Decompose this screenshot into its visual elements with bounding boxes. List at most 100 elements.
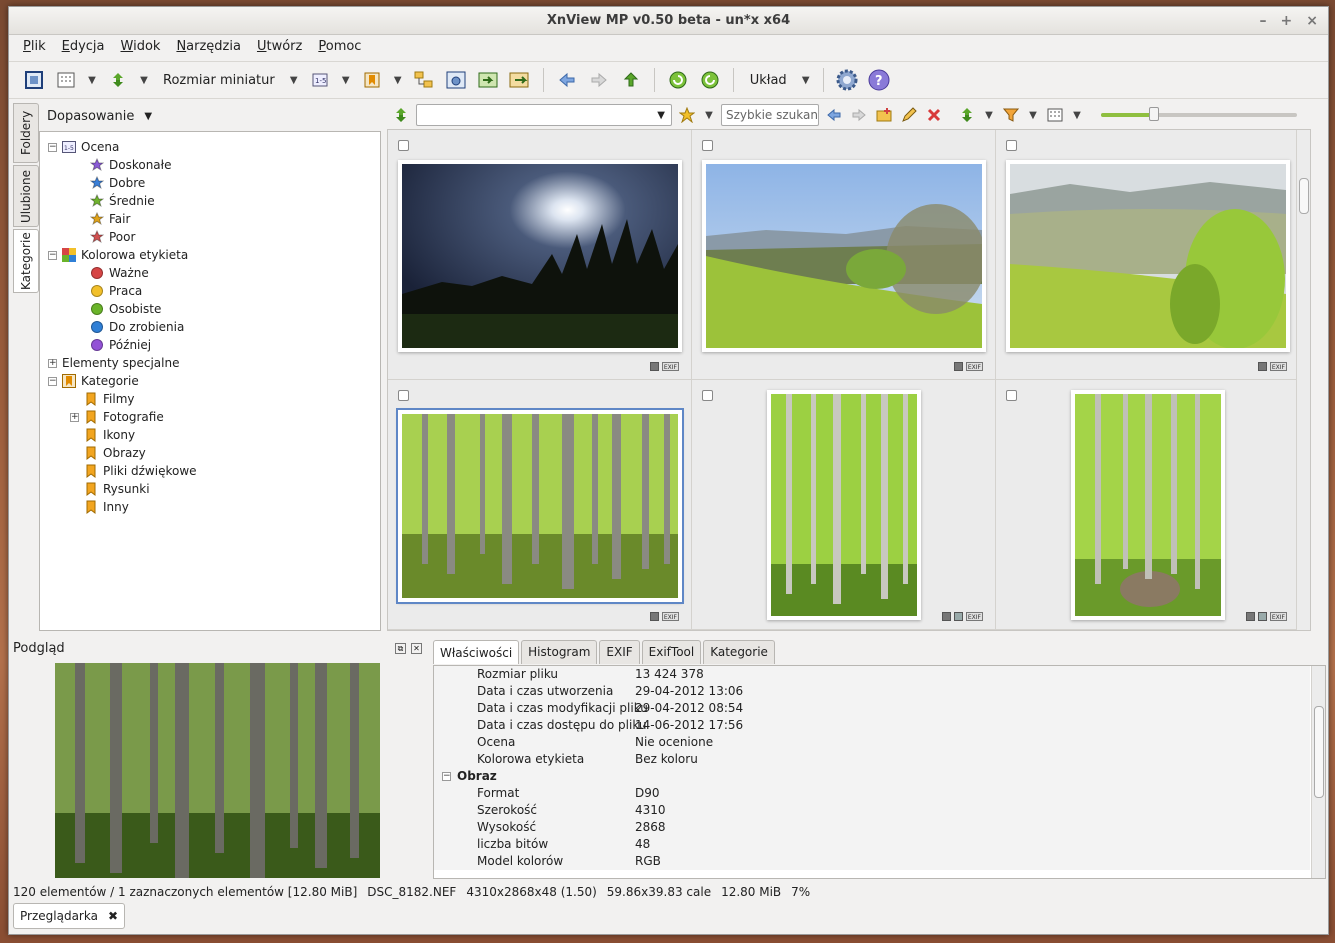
- close-tab-icon[interactable]: ✖: [108, 904, 118, 928]
- up-icon[interactable]: [618, 67, 644, 93]
- category-filter-dropdown-icon[interactable]: ▼: [391, 75, 405, 86]
- minimize-button[interactable]: –: [1260, 7, 1267, 35]
- tab-foldery[interactable]: Foldery: [13, 103, 39, 163]
- collapse-icon[interactable]: −: [442, 772, 451, 781]
- layout-button[interactable]: Układ: [744, 73, 793, 88]
- thumbnail-cell[interactable]: EXIF: [388, 380, 692, 630]
- select-checkbox[interactable]: [1006, 140, 1017, 151]
- quick-search-input[interactable]: Szybkie szukanie: [721, 104, 819, 126]
- thumb-size-button[interactable]: Rozmiar miniatur: [157, 73, 281, 88]
- thumbnail-green-meadow[interactable]: [702, 160, 986, 352]
- tree-item-category[interactable]: Pliki dźwiękowe: [70, 462, 197, 480]
- favorite-dropdown-icon[interactable]: ▼: [702, 110, 716, 121]
- menu-pomoc[interactable]: Pomoc: [310, 35, 369, 59]
- tree-item-rating[interactable]: Fair: [90, 210, 130, 228]
- export-icon[interactable]: [507, 67, 533, 93]
- property-group[interactable]: − Obraz: [434, 768, 1310, 785]
- favorite-star-icon[interactable]: [677, 102, 697, 128]
- settings-gear-icon[interactable]: [834, 67, 860, 93]
- tab-ulubione[interactable]: Ulubione: [13, 165, 39, 227]
- thumbnail-view-icon[interactable]: [1045, 102, 1065, 128]
- select-checkbox[interactable]: [1006, 390, 1017, 401]
- tab-przegladarka[interactable]: Przeglądarka ✖: [13, 903, 126, 929]
- thumbnail-view-dropdown-icon[interactable]: ▼: [1070, 110, 1084, 121]
- tree-item-category[interactable]: + Fotografie: [70, 408, 164, 426]
- slider-handle[interactable]: [1148, 107, 1159, 121]
- property-row[interactable]: Rozmiar pliku 13 424 378: [434, 666, 1310, 683]
- thumbnail-beech-forest[interactable]: [396, 408, 684, 604]
- tree-item-rating[interactable]: Średnie: [90, 192, 155, 210]
- capture-icon[interactable]: [443, 67, 469, 93]
- rating-filter-icon[interactable]: 1-5: [307, 67, 333, 93]
- forward-icon[interactable]: [586, 67, 612, 93]
- thumbnail-cell[interactable]: EXIF: [996, 380, 1300, 630]
- select-checkbox[interactable]: [398, 140, 409, 151]
- menu-edycja[interactable]: Edycja: [54, 35, 113, 59]
- properties-scrollbar[interactable]: [1311, 666, 1325, 878]
- rating-filter-dropdown-icon[interactable]: ▼: [339, 75, 353, 86]
- tree-item-category[interactable]: Filmy: [70, 390, 135, 408]
- tree-node-elementy-specjalne[interactable]: + Elementy specjalne: [48, 354, 179, 372]
- tree-item-category[interactable]: Obrazy: [70, 444, 146, 462]
- property-row[interactable]: Data i czas dostępu do pliku 14-06-2012 1…: [434, 717, 1310, 734]
- thumbnail-night-sun[interactable]: [398, 160, 682, 352]
- property-row[interactable]: Data i czas utworzenia 29-04-2012 13:06: [434, 683, 1310, 700]
- path-dropdown-icon[interactable]: ▼: [657, 110, 665, 121]
- thumb-size-dropdown-icon[interactable]: ▼: [287, 75, 301, 86]
- folder-tree-icon[interactable]: [411, 67, 437, 93]
- property-row[interactable]: Format D90: [434, 785, 1310, 802]
- float-panel-icon[interactable]: ⧉: [395, 643, 406, 654]
- thumb-zoom-slider[interactable]: [1101, 107, 1297, 121]
- tree-item-category[interactable]: Ikony: [70, 426, 135, 444]
- rotate-left-icon[interactable]: [665, 67, 691, 93]
- thumbnail-cell[interactable]: EXIF: [996, 130, 1300, 380]
- filter-funnel-icon[interactable]: [1001, 102, 1021, 128]
- filter-match-dropdown-icon[interactable]: ▼: [144, 111, 152, 122]
- select-checkbox[interactable]: [702, 390, 713, 401]
- property-row[interactable]: Data i czas modyfikacji pliku 29-04-2012 …: [434, 700, 1310, 717]
- thumbnail-cell[interactable]: EXIF: [692, 380, 996, 630]
- tab-wlasciwosci[interactable]: Właściwości: [433, 640, 520, 664]
- view-mode-dropdown-icon[interactable]: ▼: [85, 75, 99, 86]
- sort-dropdown-icon[interactable]: ▼: [982, 110, 996, 121]
- thumbnail-forest-vertical-2[interactable]: [1071, 390, 1225, 620]
- layout-dropdown-icon[interactable]: ▼: [799, 75, 813, 86]
- select-checkbox[interactable]: [702, 140, 713, 151]
- property-row[interactable]: Kolorowa etykieta Bez koloru: [434, 751, 1310, 768]
- tab-histogram[interactable]: Histogram: [521, 640, 598, 664]
- property-row[interactable]: Szerokość 4310: [434, 802, 1310, 819]
- collapse-icon[interactable]: −: [48, 142, 57, 152]
- menu-narzedzia[interactable]: Narzędzia: [168, 35, 249, 59]
- help-icon[interactable]: ?: [866, 67, 892, 93]
- refresh-icon[interactable]: [105, 67, 131, 93]
- forward-icon[interactable]: [849, 102, 869, 128]
- fullscreen-icon[interactable]: [21, 67, 47, 93]
- convert-icon[interactable]: [475, 67, 501, 93]
- tree-item-color-label[interactable]: Ważne: [90, 264, 149, 282]
- menu-utworz[interactable]: Utwórz: [249, 35, 310, 59]
- scrollbar-thumb[interactable]: [1314, 706, 1324, 798]
- refresh-dropdown-icon[interactable]: ▼: [137, 75, 151, 86]
- scrollbar-thumb[interactable]: [1299, 178, 1309, 214]
- tab-kategorie[interactable]: Kategorie: [703, 640, 775, 664]
- back-icon[interactable]: [554, 67, 580, 93]
- collapse-icon[interactable]: −: [48, 250, 57, 260]
- new-folder-icon[interactable]: [874, 102, 894, 128]
- grid-scrollbar[interactable]: [1296, 130, 1310, 630]
- property-row[interactable]: liczba bitów 48: [434, 836, 1310, 853]
- rotate-right-icon[interactable]: [697, 67, 723, 93]
- select-checkbox[interactable]: [398, 390, 409, 401]
- tab-exif[interactable]: EXIF: [599, 640, 640, 664]
- filter-dropdown-icon[interactable]: ▼: [1026, 110, 1040, 121]
- tree-item-color-label[interactable]: Osobiste: [90, 300, 161, 318]
- tree-item-rating[interactable]: Dobre: [90, 174, 145, 192]
- tree-item-category[interactable]: Inny: [70, 498, 129, 516]
- tree-item-rating[interactable]: Doskonałe: [90, 156, 171, 174]
- back-icon[interactable]: [824, 102, 844, 128]
- property-row[interactable]: Model kolorów RGB: [434, 853, 1310, 870]
- thumbnail-forest-vertical-1[interactable]: [767, 390, 921, 620]
- tree-node-ocena[interactable]: − 1-5 Ocena: [48, 138, 119, 156]
- property-row[interactable]: Ocena Nie ocenione: [434, 734, 1310, 751]
- tree-item-rating[interactable]: Poor: [90, 228, 135, 246]
- collapse-icon[interactable]: −: [48, 376, 57, 386]
